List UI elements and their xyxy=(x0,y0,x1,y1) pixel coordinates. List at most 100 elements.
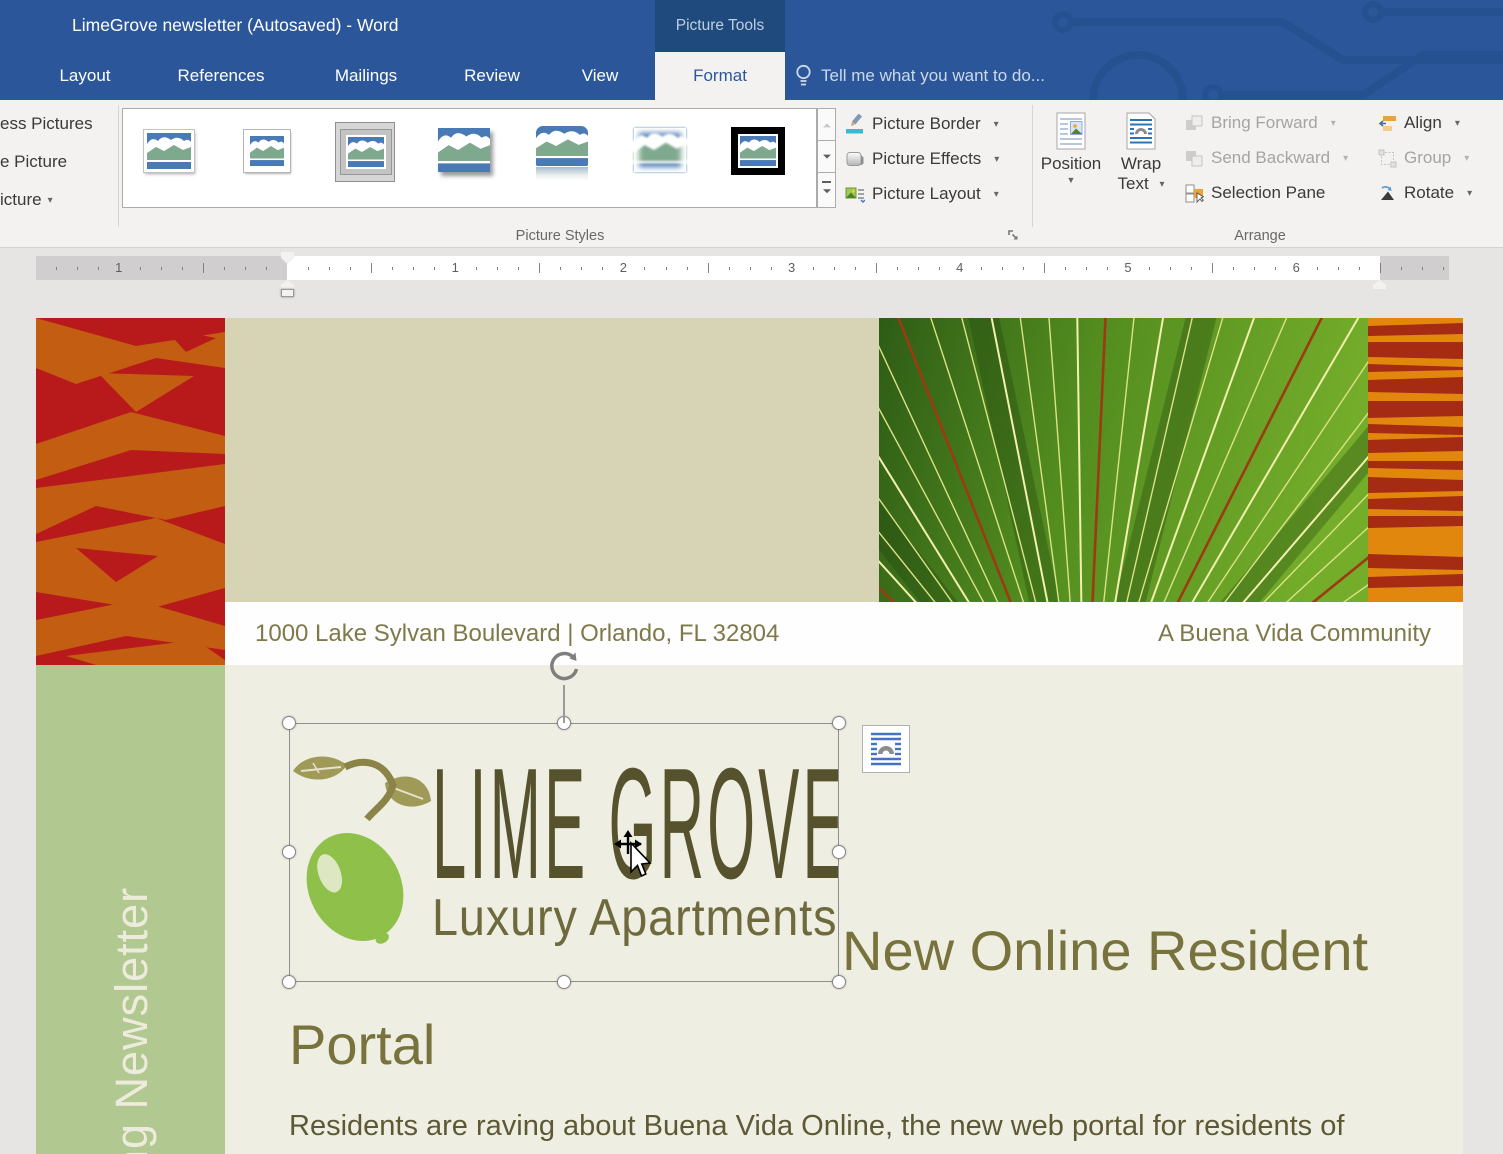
picture-layout-icon xyxy=(845,184,865,204)
picture-style-simple-frame-white[interactable] xyxy=(139,122,199,182)
position-icon xyxy=(1056,112,1086,150)
picture-border-button[interactable]: Picture Border▾ xyxy=(845,108,999,140)
ruler-number: 1 xyxy=(452,260,459,275)
resize-handle-top-left[interactable] xyxy=(282,716,296,730)
image-selection-border[interactable] xyxy=(289,723,839,982)
compress-pictures-button-clipped[interactable]: ess Pictures xyxy=(0,111,93,137)
ribbon: ess Pictures e Picture icture▾ Picture B… xyxy=(0,100,1503,248)
address-line: 1000 Lake Sylvan Boulevard | Orlando, FL… xyxy=(255,602,779,665)
layout-options-icon xyxy=(870,731,902,767)
document-area: 1000 Lake Sylvan Boulevard | Orlando, FL… xyxy=(0,310,1503,1154)
arrange-group-label: Arrange xyxy=(1160,228,1360,244)
ruler-number: 4 xyxy=(956,260,963,275)
picture-style-beveled-matte-white[interactable] xyxy=(237,122,297,182)
bring-forward-button[interactable]: Bring Forward▾ xyxy=(1185,108,1336,138)
picture-styles-gallery xyxy=(122,108,817,208)
align-icon xyxy=(1378,114,1397,133)
document-page[interactable]: 1000 Lake Sylvan Boulevard | Orlando, FL… xyxy=(36,318,1463,1154)
rotate-handle-stem xyxy=(563,685,565,723)
align-button[interactable]: Align▾ xyxy=(1378,108,1460,138)
group-button[interactable]: Group▾ xyxy=(1378,143,1469,173)
ruler-right-margin xyxy=(1380,256,1449,280)
ruler-number: 6 xyxy=(1293,260,1300,275)
title-bar: LimeGrove newsletter (Autosaved) - Word … xyxy=(0,0,1503,100)
picture-effects-icon xyxy=(845,149,865,169)
ruler-number: 5 xyxy=(1124,260,1131,275)
hanging-indent-marker[interactable] xyxy=(281,280,294,289)
document-title: LimeGrove newsletter (Autosaved) - Word xyxy=(72,15,398,36)
gallery-scroll-up-button[interactable] xyxy=(817,108,836,141)
tab-view[interactable]: View xyxy=(564,52,636,100)
ruler-area: 1 1 2 3 4 5 6 xyxy=(0,248,1503,310)
tell-me-box[interactable]: Tell me what you want to do... xyxy=(795,52,1045,100)
red-zigzag-pattern-image[interactable] xyxy=(36,318,225,665)
orange-stripe-pattern-image[interactable] xyxy=(1368,318,1463,602)
scroll-down-icon xyxy=(823,154,831,162)
picture-effects-button[interactable]: Picture Effects▾ xyxy=(845,143,999,175)
circuit-decoration xyxy=(1033,0,1503,100)
ruler-number: 3 xyxy=(788,260,795,275)
picture-style-simple-frame-black[interactable] xyxy=(728,122,788,182)
picture-layout-button[interactable]: Picture Layout▾ xyxy=(845,178,999,210)
tab-references[interactable]: References xyxy=(160,52,282,100)
ruler-number: 1 xyxy=(115,260,122,275)
wrap-text-button[interactable]: Wrap Text ▾ xyxy=(1108,106,1174,228)
gallery-more-button[interactable] xyxy=(817,172,836,208)
tab-review[interactable]: Review xyxy=(450,52,534,100)
position-button[interactable]: Position ▼ xyxy=(1038,106,1104,228)
group-separator xyxy=(1032,105,1033,227)
move-cursor-icon xyxy=(614,830,658,880)
send-backward-icon xyxy=(1185,149,1204,168)
picture-styles-group-label: Picture Styles xyxy=(460,228,660,244)
right-indent-marker[interactable] xyxy=(1373,280,1386,289)
rotate-button[interactable]: Rotate▾ xyxy=(1378,178,1472,208)
rotate-handle-icon[interactable] xyxy=(545,648,583,686)
dropdown-caret-icon: ▾ xyxy=(48,195,53,206)
resize-handle-bottom-left[interactable] xyxy=(282,975,296,989)
picture-style-drop-shadow-rectangle[interactable] xyxy=(434,122,494,182)
resize-handle-middle-right[interactable] xyxy=(832,845,846,859)
tab-layout[interactable]: Layout xyxy=(44,52,126,100)
lightbulb-icon xyxy=(795,63,812,89)
resize-handle-top-right[interactable] xyxy=(832,716,846,730)
picture-styles-dialog-launcher[interactable] xyxy=(1006,228,1021,243)
heading-line-1[interactable]: New Online Resident xyxy=(842,918,1368,983)
picture-style-reflected-rounded-rectangle[interactable] xyxy=(532,122,592,182)
ruler: 1 1 2 3 4 5 6 xyxy=(36,256,1449,280)
left-indent-marker[interactable] xyxy=(281,289,294,297)
body-paragraph[interactable]: Residents are raving about Buena Vida On… xyxy=(289,1104,1419,1149)
group-separator xyxy=(118,105,119,227)
tell-me-label: Tell me what you want to do... xyxy=(821,66,1045,86)
gallery-scroll-down-button[interactable] xyxy=(817,140,836,173)
resize-handle-bottom-middle[interactable] xyxy=(557,975,571,989)
newsletter-vertical-text[interactable]: ng Newsletter xyxy=(106,887,158,1154)
tan-banner-block xyxy=(225,318,879,602)
palm-leaf-photo[interactable] xyxy=(879,318,1368,602)
tab-format-active[interactable]: Format xyxy=(655,52,785,100)
word-application-window: LimeGrove newsletter (Autosaved) - Word … xyxy=(0,0,1503,1154)
address-strip[interactable]: 1000 Lake Sylvan Boulevard | Orlando, FL… xyxy=(225,602,1463,665)
rotate-icon xyxy=(1378,184,1397,203)
picture-tools-contextual-label: Picture Tools xyxy=(655,0,785,52)
heading-line-2[interactable]: Portal xyxy=(289,1012,435,1077)
ruler-number: 2 xyxy=(620,260,627,275)
selection-pane-icon xyxy=(1185,184,1204,203)
scroll-up-icon xyxy=(823,119,831,127)
send-backward-button[interactable]: Send Backward▾ xyxy=(1185,143,1348,173)
community-label: A Buena Vida Community xyxy=(1158,602,1431,665)
tab-mailings[interactable]: Mailings xyxy=(316,52,416,100)
layout-options-button[interactable] xyxy=(862,725,910,773)
picture-border-icon xyxy=(845,114,865,134)
gallery-more-icon xyxy=(823,189,831,197)
resize-handle-middle-left[interactable] xyxy=(282,845,296,859)
picture-style-soft-edge-rectangle[interactable] xyxy=(630,122,690,182)
selection-pane-button[interactable]: Selection Pane xyxy=(1185,178,1325,208)
wrap-text-icon xyxy=(1126,112,1156,150)
resize-handle-bottom-right[interactable] xyxy=(832,975,846,989)
group-icon xyxy=(1378,149,1397,168)
picture-style-metal-frame[interactable] xyxy=(335,122,395,182)
change-picture-button-clipped[interactable]: e Picture xyxy=(0,149,67,175)
bring-forward-icon xyxy=(1185,114,1204,133)
reset-picture-button-clipped[interactable]: icture▾ xyxy=(0,187,53,213)
dropdown-caret-icon: ▼ xyxy=(1038,175,1104,185)
